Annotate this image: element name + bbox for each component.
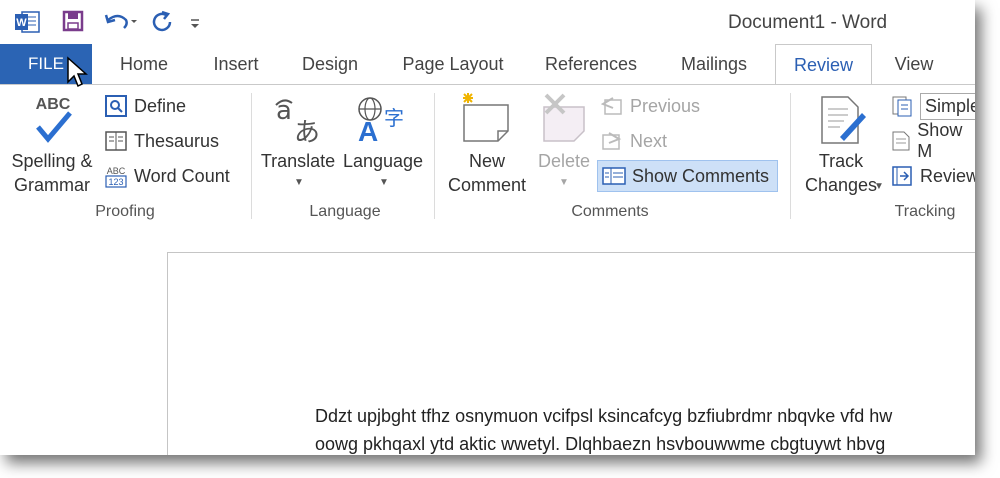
svg-text:ABC: ABC	[36, 96, 71, 113]
show-comments-icon	[602, 165, 626, 187]
define-icon	[104, 95, 128, 117]
svg-text:あ: あ	[294, 118, 320, 145]
tab-references[interactable]: References	[534, 44, 648, 84]
previous-label: Previous	[630, 95, 701, 116]
mouse-pointer-icon	[66, 56, 88, 93]
tab-insert[interactable]: Insert	[200, 44, 272, 84]
translate-label: Translate	[260, 151, 336, 171]
display-for-review-icon	[890, 95, 914, 117]
track-changes-label-line2: Changes	[804, 175, 878, 195]
delete-comment-icon	[540, 93, 590, 148]
display-for-review-dropdown[interactable]: Simple	[890, 92, 975, 120]
thesaurus-button[interactable]: Thesaurus	[104, 127, 219, 155]
next-comment-icon	[600, 130, 624, 152]
show-comments-button[interactable]: Show Comments	[597, 160, 779, 192]
title-bar: W Document1 - Word	[0, 0, 975, 44]
group-separator	[434, 93, 435, 219]
spelling-label-line1: Spelling &	[11, 151, 93, 171]
track-changes-label-line1: Track	[818, 151, 864, 171]
track-changes-dropdown-arrow: ▼	[874, 181, 884, 192]
word-count-label: Word Count	[134, 165, 230, 186]
track-changes-icon	[818, 93, 868, 150]
svg-text:ABC: ABC	[107, 166, 126, 176]
word-count-button[interactable]: ABC 123 Word Count	[104, 162, 230, 190]
svg-text:W: W	[16, 17, 27, 29]
language-icon: A 字	[356, 95, 410, 150]
thesaurus-label: Thesaurus	[134, 130, 220, 151]
document-line-2: oowg pkhqaxl ytd aktic wwetyl. Dlqhbaezn…	[315, 434, 886, 454]
group-separator	[790, 93, 791, 219]
redo-icon[interactable]	[150, 10, 176, 34]
delete-dropdown-arrow: ▼	[559, 177, 569, 188]
word-count-icon: ABC 123	[104, 165, 128, 188]
define-label: Define	[134, 95, 187, 116]
ribbon-tabs: FILE Home Insert Design Page Layout Refe…	[0, 44, 975, 86]
previous-comment-button[interactable]: Previous	[600, 92, 700, 120]
show-markup-icon	[890, 130, 911, 152]
group-separator	[251, 93, 252, 219]
next-label: Next	[630, 130, 668, 151]
reviewing-pane-label: Review	[920, 165, 975, 186]
delete-comment-button[interactable]: Delete ▼	[532, 89, 596, 197]
show-comments-label: Show Comments	[632, 165, 770, 186]
reviewing-pane-button[interactable]: Review	[890, 162, 975, 190]
tab-page-layout[interactable]: Page Layout	[392, 44, 514, 84]
next-comment-button[interactable]: Next	[600, 127, 667, 155]
new-comment-icon	[460, 93, 512, 148]
document-line-1: Ddzt upjbght tfhz osnymuon vcifpsl ksinc…	[315, 406, 893, 426]
proofing-group-label: Proofing	[95, 203, 155, 220]
tab-home[interactable]: Home	[104, 44, 184, 84]
tab-mailings[interactable]: Mailings	[666, 44, 762, 84]
spelling-grammar-button[interactable]: ABC Spelling & Grammar	[4, 89, 100, 197]
save-icon[interactable]	[62, 10, 86, 34]
svg-text:123: 123	[108, 177, 123, 187]
translate-button[interactable]: a あ Translate ▼	[258, 89, 338, 197]
customize-icon[interactable]	[188, 10, 206, 34]
language-dropdown-arrow: ▼	[379, 177, 389, 188]
show-markup-button[interactable]: Show M	[890, 120, 975, 161]
quick-access-toolbar: W	[14, 8, 206, 36]
svg-text:字: 字	[384, 106, 404, 130]
svg-text:A: A	[358, 116, 378, 145]
delete-label: Delete	[537, 151, 591, 171]
word-icon[interactable]: W	[14, 10, 42, 34]
language-button[interactable]: A 字 Language ▼	[340, 89, 426, 197]
new-comment-label-line2: Comment	[447, 175, 527, 195]
word-window: W Document1 - Word FILE Home Insert Desi…	[0, 0, 975, 455]
new-comment-button[interactable]: New Comment	[442, 89, 532, 197]
thesaurus-icon	[104, 130, 128, 152]
document-body[interactable]: Ddzt upjbght tfhz osnymuon vcifpsl ksinc…	[315, 402, 892, 455]
tab-review[interactable]: Review	[775, 44, 872, 86]
translate-dropdown-arrow: ▼	[294, 177, 304, 188]
comments-group-label: Comments	[571, 203, 649, 220]
new-comment-label-line1: New	[468, 151, 505, 171]
tab-design[interactable]: Design	[290, 44, 370, 84]
define-button[interactable]: Define	[104, 92, 186, 120]
show-markup-label: Show M	[917, 120, 963, 161]
abc-check-icon: ABC	[32, 93, 74, 150]
undo-icon[interactable]	[104, 10, 138, 34]
language-label: Language	[342, 151, 424, 171]
window-title: Document1 - Word	[728, 12, 888, 33]
previous-comment-icon	[600, 95, 624, 117]
tab-view[interactable]: View	[882, 44, 946, 84]
simple-markup-field: Simple	[920, 92, 975, 120]
ribbon: ABC Spelling & Grammar Define Thesaurus …	[0, 84, 975, 230]
reviewing-pane-icon	[890, 165, 914, 187]
track-changes-button[interactable]: Track Changes ▼	[796, 89, 886, 197]
tracking-group-label: Tracking	[894, 203, 956, 220]
spelling-label-line2: Grammar	[14, 175, 90, 195]
translate-icon: a あ	[272, 95, 326, 150]
language-group-label: Language	[309, 203, 381, 220]
